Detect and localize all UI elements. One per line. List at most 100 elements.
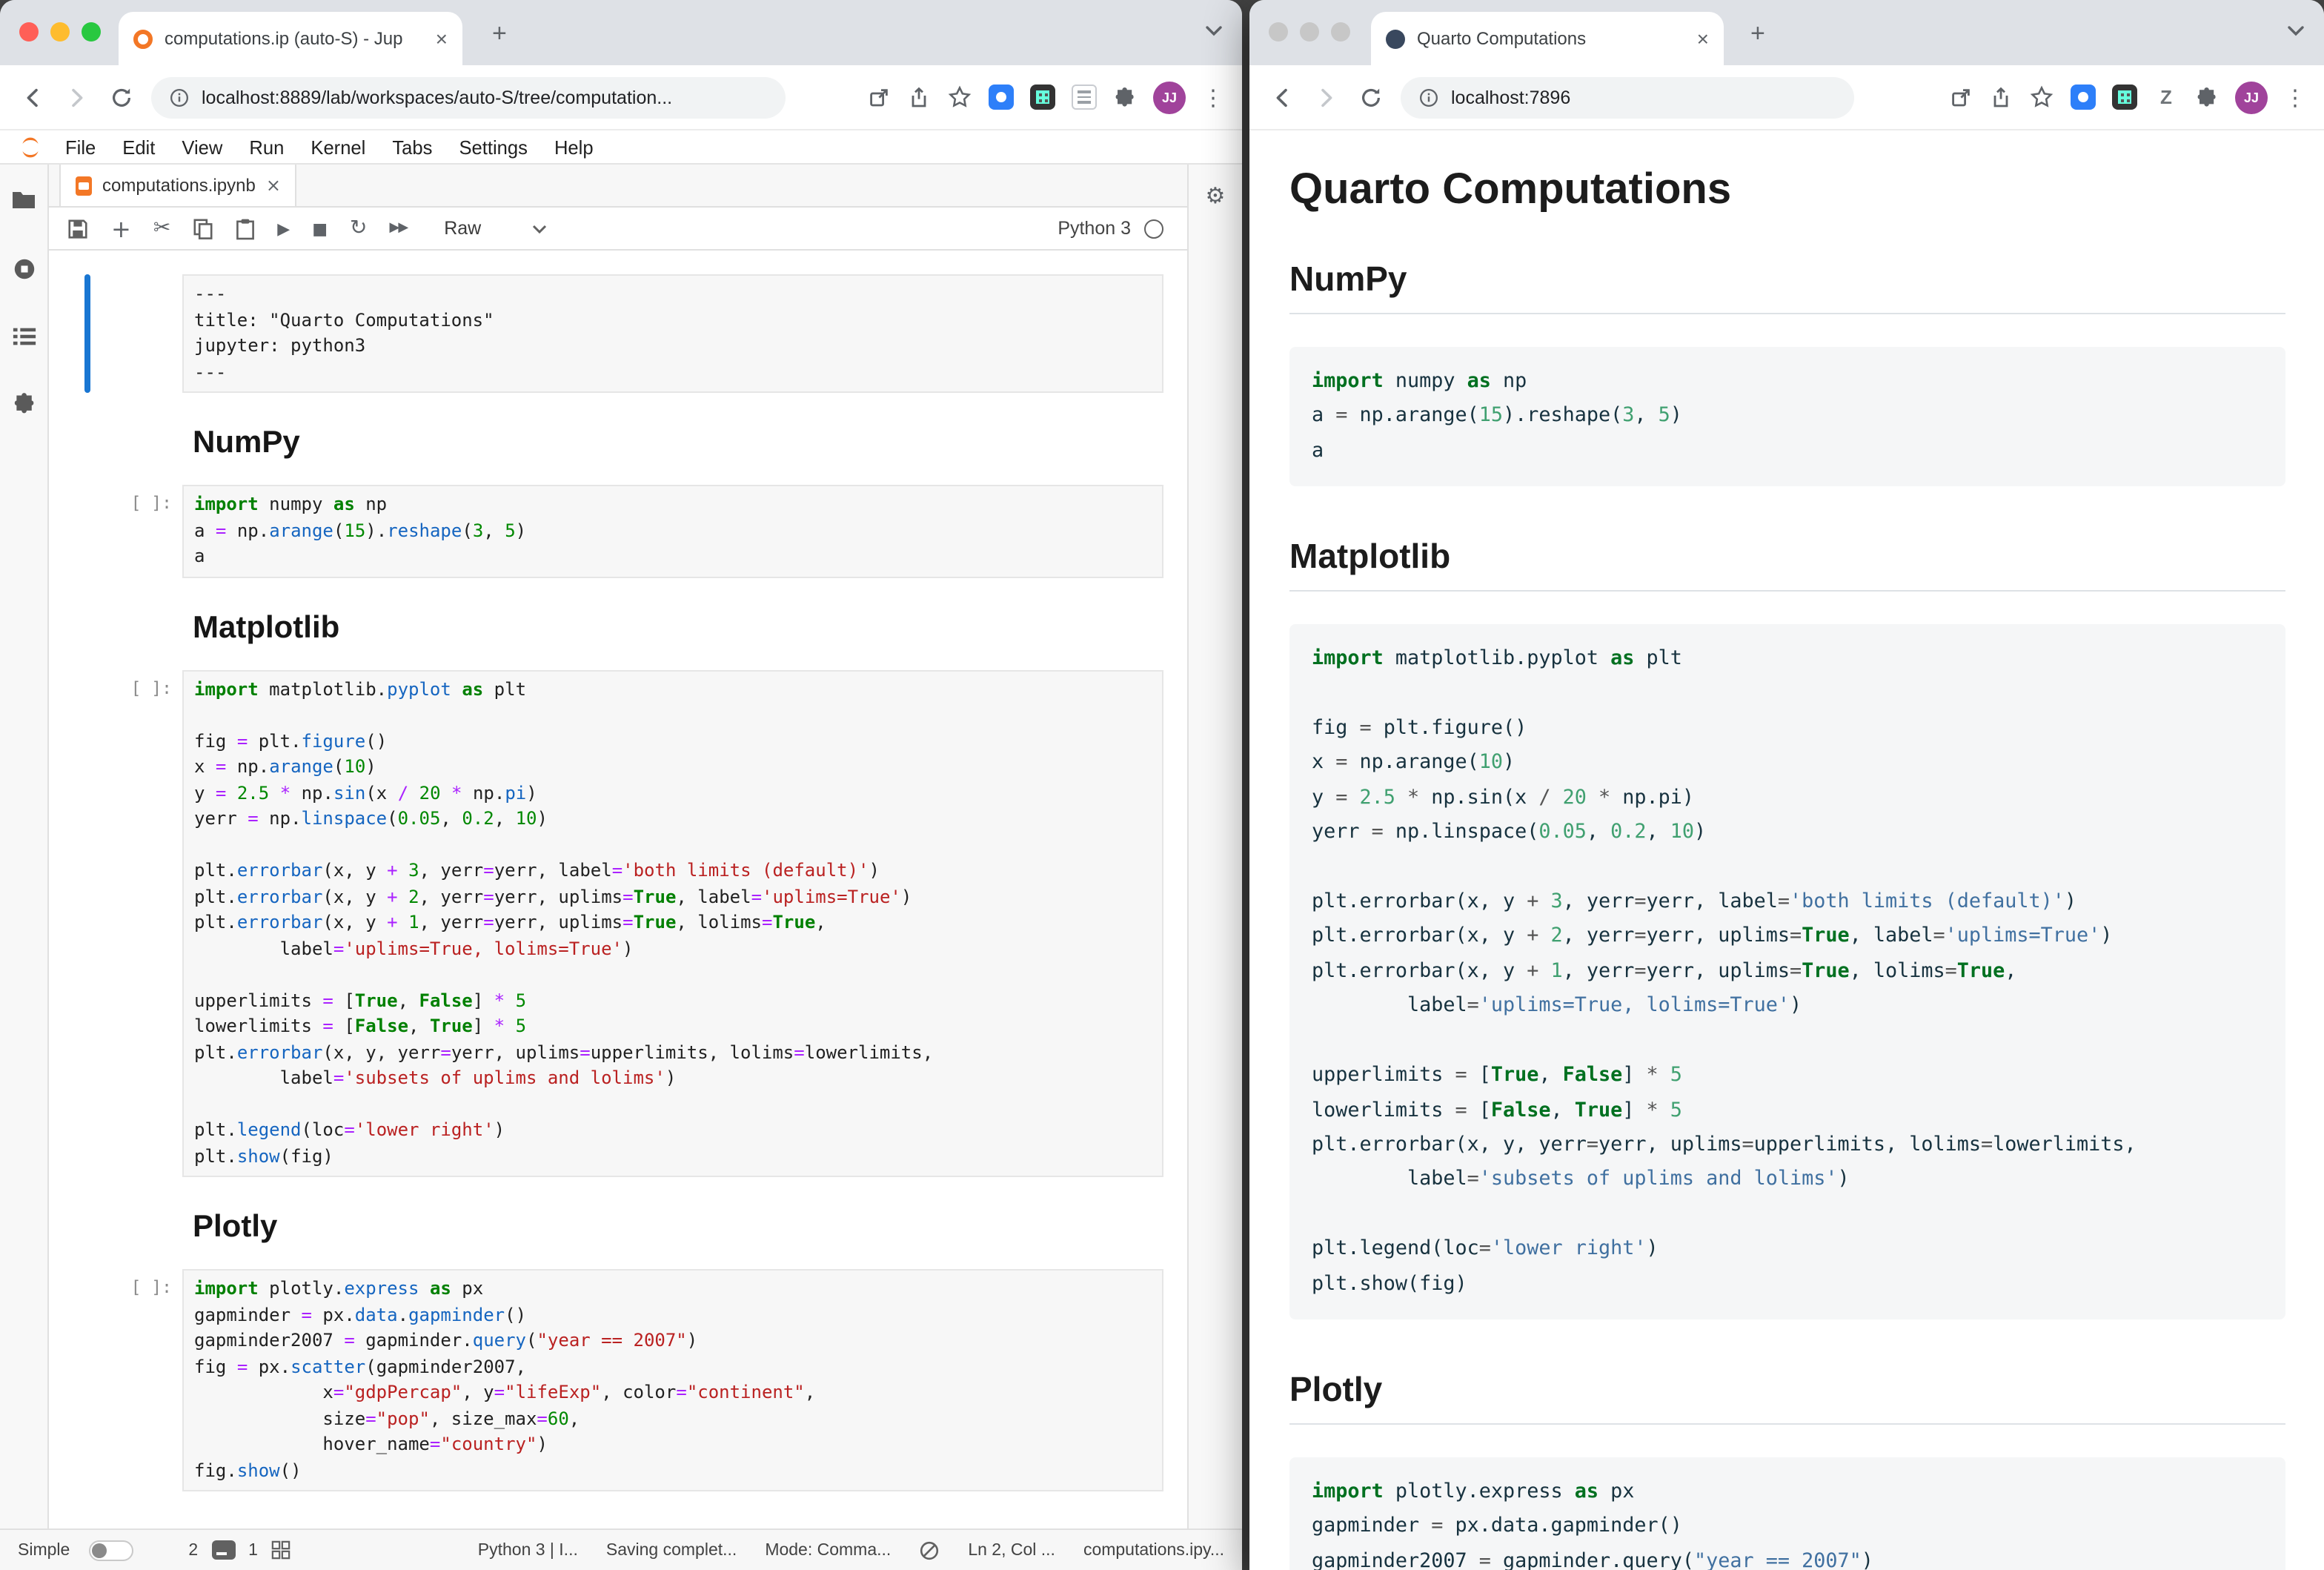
file-browser-icon[interactable] xyxy=(10,188,37,212)
site-info-icon[interactable] xyxy=(169,87,190,107)
extensions-puzzle-icon[interactable] xyxy=(1113,85,1137,109)
zoom-window-button[interactable] xyxy=(1331,22,1350,42)
zoom-window-button[interactable] xyxy=(82,22,101,42)
simple-mode-toggle[interactable] xyxy=(89,1540,133,1560)
menu-tabs[interactable]: Tabs xyxy=(379,136,445,158)
browser-menu-kebab-icon[interactable]: ⋮ xyxy=(2284,84,2306,110)
notebook-content[interactable]: ---title: "Quarto Computations"jupyter: … xyxy=(49,251,1187,1528)
open-in-new-icon[interactable] xyxy=(1949,85,1973,109)
running-kernels-icon[interactable] xyxy=(11,256,36,282)
browser-tab[interactable]: computations.ip (auto-S) - Jup × xyxy=(119,12,462,65)
close-window-button[interactable] xyxy=(19,22,39,42)
cell-collapser[interactable] xyxy=(84,485,90,577)
forward-icon[interactable] xyxy=(62,85,92,109)
code-cell[interactable]: [ ]: import plotly.express as pxgapminde… xyxy=(49,1269,1187,1491)
code-cell[interactable]: [ ]: import matplotlib.pyplot as plt fig… xyxy=(49,669,1187,1177)
address-bar[interactable]: localhost:7896 xyxy=(1401,76,1854,118)
save-icon[interactable] xyxy=(67,217,89,239)
code-cell[interactable]: [ ]: import numpy as npa = np.arange(15)… xyxy=(49,485,1187,577)
menu-file[interactable]: File xyxy=(52,136,109,158)
close-notebook-icon[interactable]: × xyxy=(266,175,281,196)
open-in-new-icon[interactable] xyxy=(867,85,891,109)
new-tab-button[interactable]: + xyxy=(1750,19,1765,49)
cell-collapser[interactable] xyxy=(84,1269,90,1491)
address-bar[interactable]: localhost:8889/lab/workspaces/auto-S/tre… xyxy=(151,76,786,118)
code-cell-editor[interactable]: import plotly.express as pxgapminder = p… xyxy=(182,1269,1163,1491)
settings-gear-icon[interactable]: ⚙ xyxy=(1206,182,1226,1528)
reload-icon[interactable] xyxy=(1356,85,1386,109)
code-cell-editor[interactable]: import numpy as npa = np.arange(15).resh… xyxy=(182,485,1163,577)
new-tab-button[interactable]: + xyxy=(492,19,507,49)
menu-settings[interactable]: Settings xyxy=(445,136,541,158)
share-icon[interactable] xyxy=(1989,85,2013,109)
close-tab-icon[interactable]: × xyxy=(1697,28,1709,49)
copy-cell-icon[interactable] xyxy=(193,217,213,239)
table-of-contents-icon[interactable] xyxy=(11,326,36,347)
extension-dark-icon[interactable] xyxy=(2112,85,2137,110)
close-tab-icon[interactable]: × xyxy=(436,28,448,49)
notebook-tab[interactable]: computations.ipynb × xyxy=(59,165,297,206)
markdown-cell[interactable]: NumPy xyxy=(49,411,1187,467)
url-text: localhost:7896 xyxy=(1451,87,1570,107)
browser-navbar: localhost:7896 Z JJ ⋮ xyxy=(1249,65,2324,130)
minimize-window-button[interactable] xyxy=(1300,22,1319,42)
bookmark-star-icon[interactable] xyxy=(2029,85,2054,110)
kernel-status-text[interactable]: Python 3 | I... xyxy=(478,1541,578,1559)
extension-blue-icon[interactable] xyxy=(989,85,1014,110)
cell-collapser[interactable] xyxy=(84,411,90,467)
menu-view[interactable]: View xyxy=(168,136,236,158)
restart-run-all-icon[interactable]: ▶▶ xyxy=(390,221,408,236)
menu-help[interactable]: Help xyxy=(541,136,607,158)
forward-icon[interactable] xyxy=(1312,85,1341,109)
browser-tab[interactable]: Quarto Computations × xyxy=(1371,12,1724,65)
cell-collapser[interactable] xyxy=(84,1195,90,1251)
stop-kernel-icon[interactable]: ■ xyxy=(312,219,328,238)
extension-notes-icon[interactable] xyxy=(1072,85,1097,110)
profile-avatar[interactable]: JJ xyxy=(2235,81,2268,113)
tab-search-chevron-icon[interactable] xyxy=(1205,25,1223,37)
extension-z-icon[interactable]: Z xyxy=(2154,85,2179,110)
markdown-cell[interactable]: Matplotlib xyxy=(49,595,1187,652)
notebook-toolbar: + ✂ ▶ ■ ↻ ▶▶ Raw xyxy=(49,208,1187,251)
kernel-indicator[interactable]: Python 3 xyxy=(1058,218,1163,239)
jupyterlab-statusbar: Simple 2 1 Python 3 | I... Saving comple… xyxy=(0,1528,1242,1570)
extension-blue-icon[interactable] xyxy=(2071,85,2096,110)
cell-collapser[interactable] xyxy=(84,595,90,652)
menu-edit[interactable]: Edit xyxy=(109,136,168,158)
cell-collapser[interactable] xyxy=(84,669,90,1177)
paste-cell-icon[interactable] xyxy=(236,217,255,239)
kernel-sessions-icon[interactable] xyxy=(271,1540,290,1560)
extensions-puzzle-icon[interactable] xyxy=(2195,85,2219,109)
markdown-cell[interactable]: Plotly xyxy=(49,1195,1187,1251)
back-icon[interactable] xyxy=(1267,85,1297,109)
browser-menu-kebab-icon[interactable]: ⋮ xyxy=(1202,84,1224,110)
share-icon[interactable] xyxy=(907,85,931,109)
jupyterlab-browser-window: computations.ip (auto-S) - Jup × + xyxy=(0,0,1242,1570)
notebook-tabbar: computations.ipynb × xyxy=(49,165,1187,208)
menu-run[interactable]: Run xyxy=(236,136,297,158)
tab-search-chevron-icon[interactable] xyxy=(2287,25,2305,37)
extension-manager-icon[interactable] xyxy=(11,391,36,417)
reload-icon[interactable] xyxy=(107,85,136,109)
restart-kernel-icon[interactable]: ↻ xyxy=(350,216,367,240)
simple-mode-label: Simple xyxy=(18,1541,70,1559)
cut-cell-icon[interactable]: ✂ xyxy=(153,216,170,240)
cell-type-select[interactable]: Raw xyxy=(444,218,546,239)
cell-collapser[interactable] xyxy=(84,274,90,393)
bookmark-star-icon[interactable] xyxy=(947,85,972,110)
add-cell-icon[interactable]: + xyxy=(111,214,131,242)
quarto-page[interactable]: Quarto Computations NumPy import numpy a… xyxy=(1249,130,2324,1570)
menu-kernel[interactable]: Kernel xyxy=(297,136,379,158)
profile-avatar[interactable]: JJ xyxy=(1153,81,1186,113)
back-icon[interactable] xyxy=(18,85,47,109)
site-info-icon[interactable] xyxy=(1418,87,1439,107)
extension-dark-icon[interactable] xyxy=(1030,85,1055,110)
close-window-button[interactable] xyxy=(1269,22,1288,42)
run-cell-icon[interactable]: ▶ xyxy=(277,219,290,238)
cursor-position-text[interactable]: Ln 2, Col ... xyxy=(968,1541,1055,1559)
raw-cell-editor[interactable]: ---title: "Quarto Computations"jupyter: … xyxy=(182,274,1163,393)
terminal-icon[interactable] xyxy=(211,1540,235,1560)
minimize-window-button[interactable] xyxy=(50,22,70,42)
code-cell-editor[interactable]: import matplotlib.pyplot as plt fig = pl… xyxy=(182,669,1163,1177)
raw-cell[interactable]: ---title: "Quarto Computations"jupyter: … xyxy=(49,274,1187,393)
